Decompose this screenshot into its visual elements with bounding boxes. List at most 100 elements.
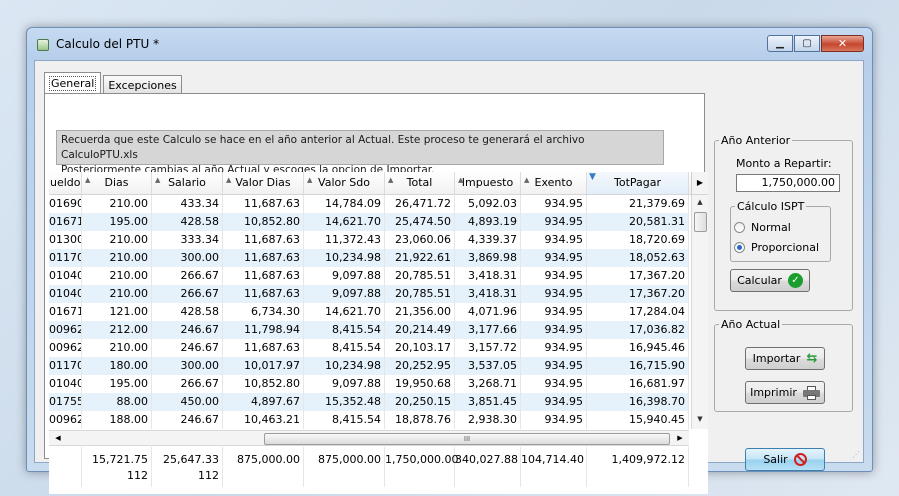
cell-dias[interactable]: 121.00 bbox=[82, 303, 152, 321]
cell-valor-sdo[interactable]: 15,352.48 bbox=[304, 393, 385, 411]
cell-totpagar[interactable]: 20,581.31 bbox=[587, 213, 689, 231]
table-row[interactable]: 00962 210.00 246.67 11,687.63 8,415.54 20,103… bbox=[49, 339, 689, 357]
cell-valor-dias[interactable]: 11,798.94 bbox=[223, 321, 304, 339]
cell-valor-sdo[interactable]: 9,097.88 bbox=[304, 267, 385, 285]
cell-sueldo[interactable]: 01755 bbox=[49, 393, 82, 411]
cell-valor-dias[interactable]: 11,687.63 bbox=[223, 195, 304, 213]
scroll-up-icon[interactable]: ▲ bbox=[692, 195, 708, 210]
cell-valor-sdo[interactable]: 9,097.88 bbox=[304, 375, 385, 393]
cell-sueldo[interactable]: 01170 bbox=[49, 357, 82, 375]
cell-salario[interactable]: 266.67 bbox=[152, 267, 223, 285]
cell-valor-dias[interactable]: 10,852.80 bbox=[223, 213, 304, 231]
title-bar[interactable]: Calculo del PTU * ▁ ▢ ✕ bbox=[27, 28, 872, 60]
cell-total[interactable]: 21,356.00 bbox=[385, 303, 455, 321]
cell-dias[interactable]: 210.00 bbox=[82, 267, 152, 285]
cell-impuesto[interactable]: 3,268.71 bbox=[455, 375, 521, 393]
scroll-down-icon[interactable]: ▼ bbox=[692, 412, 708, 427]
cell-total[interactable]: 20,785.51 bbox=[385, 267, 455, 285]
cell-valor-dias[interactable]: 11,687.63 bbox=[223, 231, 304, 249]
cell-sueldo[interactable]: 01040 bbox=[49, 267, 82, 285]
cell-totpagar[interactable]: 16,945.46 bbox=[587, 339, 689, 357]
cell-exento[interactable]: 934.95 bbox=[521, 393, 587, 411]
cell-valor-dias[interactable]: 10,017.97 bbox=[223, 357, 304, 375]
col-header-exento[interactable]: ▲ Exento bbox=[521, 172, 587, 194]
cell-total[interactable]: 18,878.76 bbox=[385, 411, 455, 429]
cell-valor-dias[interactable]: 11,687.63 bbox=[223, 267, 304, 285]
scroll-left-icon[interactable]: ◀ bbox=[51, 431, 65, 446]
table-row[interactable]: 00962 188.00 246.67 10,463.21 8,415.54 18,878… bbox=[49, 411, 689, 429]
cell-sueldo[interactable]: 01690 bbox=[49, 195, 82, 213]
cell-totpagar[interactable]: 17,367.20 bbox=[587, 267, 689, 285]
cell-valor-sdo[interactable]: 8,415.54 bbox=[304, 321, 385, 339]
cell-valor-dias[interactable]: 6,734.30 bbox=[223, 303, 304, 321]
cell-impuesto[interactable]: 3,418.31 bbox=[455, 267, 521, 285]
table-row[interactable]: 01040 210.00 266.67 11,687.63 9,097.88 20,785… bbox=[49, 267, 689, 285]
cell-dias[interactable]: 195.00 bbox=[82, 375, 152, 393]
cell-valor-dias[interactable]: 4,897.67 bbox=[223, 393, 304, 411]
cell-salario[interactable]: 450.00 bbox=[152, 393, 223, 411]
cell-totpagar[interactable]: 15,940.45 bbox=[587, 411, 689, 429]
col-header-dias[interactable]: ▲ Dias bbox=[82, 172, 152, 194]
cell-sueldo[interactable]: 00962 bbox=[49, 321, 82, 339]
table-row[interactable]: 01755 88.00 450.00 4,897.67 15,352.48 20,250.… bbox=[49, 393, 689, 411]
radio-proporcional[interactable]: Proporcional bbox=[734, 241, 819, 254]
cell-totpagar[interactable]: 16,681.97 bbox=[587, 375, 689, 393]
cell-dias[interactable]: 188.00 bbox=[82, 411, 152, 429]
cell-exento[interactable]: 934.95 bbox=[521, 231, 587, 249]
vertical-scrollbar[interactable]: ▲ ▼ bbox=[691, 195, 708, 429]
cell-dias[interactable]: 212.00 bbox=[82, 321, 152, 339]
radio-normal-circle[interactable] bbox=[734, 222, 745, 233]
horizontal-scrollbar[interactable]: ◀ III ▶ bbox=[49, 430, 689, 446]
cell-salario[interactable]: 433.34 bbox=[152, 195, 223, 213]
col-header-valor-dias[interactable]: ▲ Valor Dias bbox=[223, 172, 304, 194]
scroll-right-icon[interactable]: ▶ bbox=[673, 431, 687, 446]
table-row[interactable]: 01040 195.00 266.67 10,852.80 9,097.88 19,950… bbox=[49, 375, 689, 393]
cell-impuesto[interactable]: 3,537.05 bbox=[455, 357, 521, 375]
table-row[interactable]: 01671 195.00 428.58 10,852.80 14,621.70 25,47… bbox=[49, 213, 689, 231]
cell-sueldo[interactable]: 01671 bbox=[49, 213, 82, 231]
resize-grip-icon[interactable]: ⋰ bbox=[852, 450, 860, 459]
cell-impuesto[interactable]: 4,339.37 bbox=[455, 231, 521, 249]
cell-sueldo[interactable]: 01040 bbox=[49, 375, 82, 393]
cell-valor-sdo[interactable]: 14,784.09 bbox=[304, 195, 385, 213]
cell-valor-sdo[interactable]: 8,415.54 bbox=[304, 339, 385, 357]
close-button[interactable]: ✕ bbox=[821, 35, 864, 52]
cell-totpagar[interactable]: 18,052.63 bbox=[587, 249, 689, 267]
importar-button[interactable]: Importar ⇆ bbox=[745, 347, 825, 370]
cell-total[interactable]: 20,250.15 bbox=[385, 393, 455, 411]
cell-valor-dias[interactable]: 11,687.63 bbox=[223, 285, 304, 303]
tab-excepciones[interactable]: Excepciones bbox=[103, 75, 182, 94]
table-row[interactable]: 00962 212.00 246.67 11,798.94 8,415.54 20,214… bbox=[49, 321, 689, 339]
cell-exento[interactable]: 934.95 bbox=[521, 249, 587, 267]
cell-totpagar[interactable]: 17,284.04 bbox=[587, 303, 689, 321]
cell-sueldo[interactable]: 01170 bbox=[49, 249, 82, 267]
cell-impuesto[interactable]: 2,938.30 bbox=[455, 411, 521, 429]
table-row[interactable]: 01671 121.00 428.58 6,734.30 14,621.70 21,356… bbox=[49, 303, 689, 321]
cell-exento[interactable]: 934.95 bbox=[521, 411, 587, 429]
col-header-sueldo[interactable]: ueldo bbox=[49, 172, 82, 194]
cell-total[interactable]: 23,060.06 bbox=[385, 231, 455, 249]
cell-dias[interactable]: 210.00 bbox=[82, 249, 152, 267]
cell-total[interactable]: 20,252.95 bbox=[385, 357, 455, 375]
cell-valor-dias[interactable]: 10,852.80 bbox=[223, 375, 304, 393]
cell-impuesto[interactable]: 3,851.45 bbox=[455, 393, 521, 411]
cell-valor-sdo[interactable]: 11,372.43 bbox=[304, 231, 385, 249]
cell-exento[interactable]: 934.95 bbox=[521, 195, 587, 213]
cell-total[interactable]: 26,471.72 bbox=[385, 195, 455, 213]
cell-totpagar[interactable]: 21,379.69 bbox=[587, 195, 689, 213]
cell-exento[interactable]: 934.95 bbox=[521, 339, 587, 357]
maximize-button[interactable]: ▢ bbox=[794, 35, 820, 52]
cell-salario[interactable]: 300.00 bbox=[152, 249, 223, 267]
table-row[interactable]: 01170 180.00 300.00 10,017.97 10,234.98 20,25… bbox=[49, 357, 689, 375]
cell-valor-sdo[interactable]: 9,097.88 bbox=[304, 285, 385, 303]
cell-impuesto[interactable]: 4,071.96 bbox=[455, 303, 521, 321]
table-row[interactable]: 01690 210.00 433.34 11,687.63 14,784.09 26,47… bbox=[49, 195, 689, 213]
cell-totpagar[interactable]: 16,398.70 bbox=[587, 393, 689, 411]
cell-total[interactable]: 20,785.51 bbox=[385, 285, 455, 303]
cell-total[interactable]: 25,474.50 bbox=[385, 213, 455, 231]
cell-totpagar[interactable]: 16,715.90 bbox=[587, 357, 689, 375]
col-header-impuesto[interactable]: ▲ Impuesto bbox=[455, 172, 521, 194]
col-header-total[interactable]: ▲ Total bbox=[385, 172, 455, 194]
cell-exento[interactable]: 934.95 bbox=[521, 357, 587, 375]
cell-salario[interactable]: 246.67 bbox=[152, 411, 223, 429]
